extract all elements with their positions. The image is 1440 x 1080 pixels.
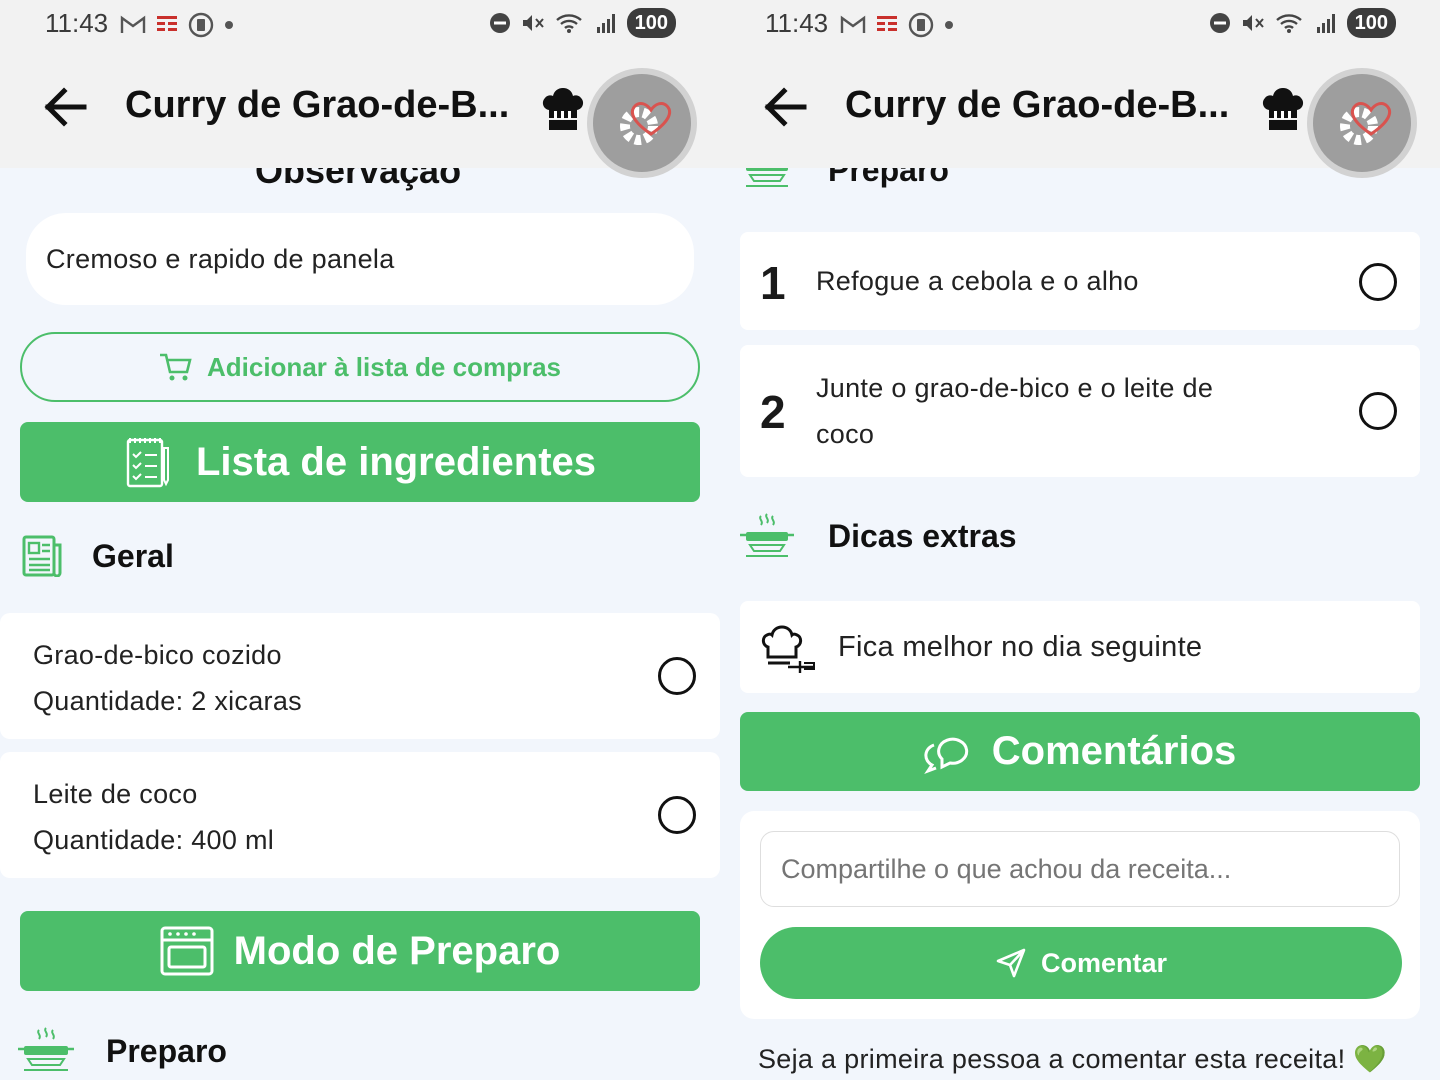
wifi-icon bbox=[555, 14, 582, 33]
tip-row: Fica melhor no dia seguinte bbox=[740, 601, 1420, 693]
status-bar: 11:43 100 bbox=[720, 0, 1440, 48]
status-bar: 11:43 100 bbox=[0, 0, 720, 48]
ingredient-quantity: Quantidade: 2 xicaras bbox=[33, 686, 302, 716]
status-time: 11:43 bbox=[45, 8, 109, 38]
battery-indicator: 100 bbox=[626, 8, 676, 38]
checklist-icon bbox=[126, 438, 169, 488]
add-to-shopping-list-label: Adicionar à lista de compras bbox=[206, 351, 561, 382]
observation-card: Cremoso e rapido de panela bbox=[26, 213, 694, 305]
prep-step-row[interactable]: 2 Junte o grao-de-bico e o leite de coco bbox=[740, 345, 1420, 477]
comment-submit-button[interactable]: Comentar bbox=[760, 927, 1402, 999]
shopping-cart-icon bbox=[159, 353, 192, 381]
method-label: Modo de Preparo bbox=[233, 928, 561, 973]
step-text-line1: Junte o grao-de-bico e o leite de bbox=[816, 373, 1214, 403]
newspaper-icon bbox=[22, 535, 62, 577]
step-number: 2 bbox=[760, 386, 786, 438]
tips-heading: Dicas extras bbox=[740, 512, 1017, 560]
ingredient-row[interactable]: Grao-de-bico cozido Quantidade: 2 xicara… bbox=[0, 613, 720, 739]
ingredient-checkbox[interactable] bbox=[658, 657, 696, 695]
observation-text: Cremoso e rapido de panela bbox=[46, 244, 395, 274]
notification-icons bbox=[120, 12, 234, 38]
method-bar: Modo de Preparo bbox=[20, 911, 700, 991]
comments-label: Comentários bbox=[991, 729, 1237, 773]
send-icon bbox=[996, 948, 1026, 978]
system-icons: 100 bbox=[489, 8, 676, 38]
back-arrow-icon[interactable] bbox=[40, 82, 90, 132]
battery-indicator: 100 bbox=[1346, 8, 1396, 38]
status-time: 11:43 bbox=[765, 8, 829, 38]
chat-bubbles-icon bbox=[923, 737, 968, 774]
recipe-title: Curry de Grao-de-B... bbox=[845, 84, 1230, 126]
screen-record-icon bbox=[908, 12, 934, 38]
ingredient-row[interactable]: Leite de coco Quantidade: 400 ml bbox=[0, 752, 720, 878]
ingredient-checkbox[interactable] bbox=[658, 796, 696, 834]
dnd-icon bbox=[1209, 13, 1230, 33]
screen-record-icon bbox=[188, 12, 214, 38]
recipe-title: Curry de Grao-de-B... bbox=[125, 84, 510, 126]
gmail-icon bbox=[120, 15, 146, 33]
left-screen: 11:43 100 Curry de Grao-de-B... Observaç… bbox=[0, 0, 720, 1080]
signal-icon bbox=[1316, 14, 1335, 33]
step-text-line2: coco bbox=[816, 419, 875, 449]
comment-form: Comentar bbox=[740, 811, 1420, 1019]
step-checkbox[interactable] bbox=[1359, 263, 1397, 301]
favorite-gear-heart-icon bbox=[1340, 101, 1392, 145]
step-text: Refogue a cebola e o alho bbox=[816, 266, 1139, 296]
comment-submit-label: Comentar bbox=[1040, 947, 1168, 978]
wifi-icon bbox=[1275, 14, 1302, 33]
prep-heading-text: Preparo bbox=[106, 1032, 227, 1069]
ingredient-quantity: Quantidade: 400 ml bbox=[33, 825, 275, 855]
ingredient-group-label: Geral bbox=[92, 537, 174, 574]
gmail-icon bbox=[840, 15, 866, 33]
system-icons: 100 bbox=[1209, 8, 1396, 38]
mute-icon bbox=[1242, 15, 1264, 31]
favorite-gear-heart-icon bbox=[620, 101, 672, 145]
signal-icon bbox=[596, 14, 615, 33]
comment-input[interactable] bbox=[760, 831, 1400, 907]
dnd-icon bbox=[489, 13, 510, 33]
chef-hat-utensils-icon bbox=[761, 625, 815, 673]
app-bar: Curry de Grao-de-B... bbox=[0, 48, 720, 172]
favorite-button[interactable] bbox=[593, 74, 691, 172]
empty-comments-message: Seja a primeira pessoa a comentar esta r… bbox=[758, 1044, 1388, 1074]
dot-icon bbox=[225, 21, 233, 29]
ingredient-group-header: Geral bbox=[22, 535, 174, 577]
app-bar: Curry de Grao-de-B... bbox=[720, 48, 1440, 172]
ingredient-name: Grao-de-bico cozido bbox=[33, 640, 282, 670]
step-number: 1 bbox=[760, 257, 786, 309]
tip-text: Fica melhor no dia seguinte bbox=[838, 631, 1203, 663]
step-checkbox[interactable] bbox=[1359, 392, 1397, 430]
steaming-pan-icon bbox=[18, 1027, 74, 1071]
oven-icon bbox=[160, 926, 214, 976]
ingredients-list-label: Lista de ingredientes bbox=[195, 439, 597, 484]
comments-bar: Comentários bbox=[740, 712, 1420, 791]
tips-heading-text: Dicas extras bbox=[828, 517, 1017, 554]
dot-icon bbox=[945, 21, 953, 29]
right-screen: 11:43 100 Curry de Grao-de-B... Preparo … bbox=[720, 0, 1440, 1080]
favorite-button[interactable] bbox=[1313, 74, 1411, 172]
steaming-pan-icon bbox=[740, 513, 794, 557]
prep-step-row[interactable]: 1 Refogue a cebola e o alho bbox=[740, 232, 1420, 330]
ingredient-name: Leite de coco bbox=[33, 779, 198, 809]
mute-icon bbox=[522, 15, 544, 31]
add-to-shopping-list-button[interactable]: Adicionar à lista de compras bbox=[20, 332, 700, 402]
ingredients-list-bar: Lista de ingredientes bbox=[20, 422, 700, 502]
calendar-icon bbox=[157, 16, 177, 31]
back-arrow-icon[interactable] bbox=[760, 82, 810, 132]
chef-hat-icon[interactable] bbox=[540, 84, 586, 132]
calendar-icon bbox=[877, 16, 897, 31]
prep-heading: Preparo bbox=[18, 1026, 227, 1076]
notification-icons bbox=[840, 12, 954, 38]
chef-hat-icon[interactable] bbox=[1260, 84, 1306, 132]
